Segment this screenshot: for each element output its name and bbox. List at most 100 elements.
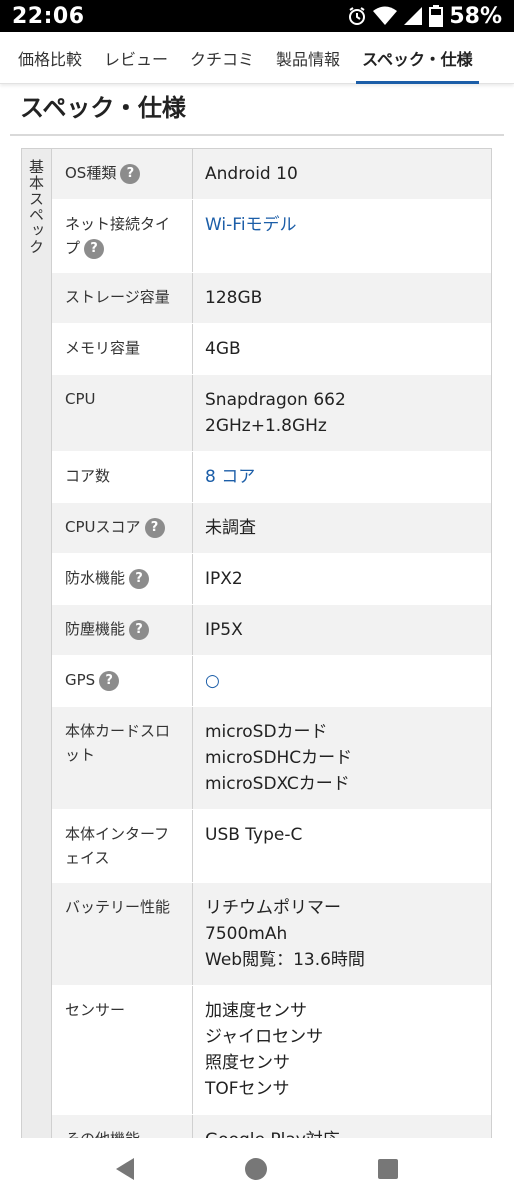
spec-value: microSDXCカード (205, 774, 350, 794)
spec-label: OS種類 (65, 164, 117, 182)
spec-value-link[interactable]: 8 コア (205, 464, 481, 490)
spec-label-cell: ネット接続タイプ? (52, 200, 193, 272)
spec-label-cell: CPUスコア? (52, 503, 193, 553)
spec-label: コア数 (65, 467, 111, 485)
spec-row: CPU Snapdragon 662 2GHz+1.8GHz (52, 375, 491, 452)
spec-value: ジャイロセンサ (205, 1027, 324, 1047)
spec-value-cell: USB Type-C (193, 810, 491, 882)
tab-price-compare[interactable]: 価格比較 (18, 32, 82, 84)
spec-label-cell: ストレージ容量 (52, 273, 193, 323)
spec-label: 本体カードスロット (65, 722, 171, 764)
home-icon[interactable] (244, 1158, 267, 1180)
spec-label-cell: 本体カードスロット (52, 707, 193, 809)
spec-row: ストレージ容量 128GB (52, 273, 491, 324)
spec-label: メモリ容量 (65, 339, 141, 357)
spec-value-cell: 加速度センサ ジャイロセンサ 照度センサ TOFセンサ (193, 986, 491, 1114)
spec-value: Android 10 (205, 164, 298, 184)
spec-value-cell: リチウムポリマー 7500mAh Web閲覧：13.6時間 (193, 883, 491, 985)
spec-label: ネット接続タイプ (65, 215, 171, 257)
spec-value: 照度センサ (205, 1053, 290, 1073)
spec-table: 基本スペック OS種類? Android 10 ネット接続タイプ? Wi-Fiモデルス… (21, 148, 492, 1166)
spec-value: 未調査 (205, 518, 256, 538)
spec-label-cell: コア数 (52, 452, 193, 502)
system-nav-bar (0, 1138, 514, 1200)
spec-row: 防水機能? IPX2 (52, 554, 491, 605)
page-title: スペック・仕様 (20, 94, 186, 122)
spec-value: 7500mAh (205, 924, 288, 944)
spec-row: OS種類? Android 10 (52, 149, 491, 200)
spec-value: リチウムポリマー (205, 898, 341, 918)
spec-label-cell: センサー (52, 986, 193, 1114)
spec-value: TOFセンサ (205, 1079, 290, 1099)
wifi-icon (373, 6, 398, 26)
status-bar: 22:06 58% (0, 0, 514, 32)
spec-row: 防塵機能? IP5X (52, 605, 491, 656)
spec-label: センサー (65, 1001, 126, 1019)
spec-group-header: 基本スペック (22, 149, 52, 1166)
section-divider (10, 134, 504, 136)
spec-value: Web閲覧：13.6時間 (205, 950, 365, 970)
spec-value-cell: microSDカード microSDHCカード microSDXCカード (193, 707, 491, 809)
spec-row: CPUスコア? 未調査 (52, 503, 491, 554)
help-icon[interactable]: ? (144, 517, 165, 538)
spec-label: GPS (65, 671, 96, 689)
spec-value-cell: 4GB (193, 324, 491, 374)
spec-value: 加速度センサ (205, 1001, 307, 1021)
tab-spec[interactable]: スペック・仕様 (356, 32, 479, 84)
tab-product-info[interactable]: 製品情報 (276, 32, 340, 84)
spec-value-cell: 128GB (193, 273, 491, 323)
spec-label: 本体インターフェイス (65, 825, 170, 867)
help-icon[interactable]: ? (84, 238, 105, 259)
help-icon[interactable]: ? (129, 619, 150, 640)
spec-value-cell: Wi-Fiモデル (193, 200, 491, 272)
spec-value-cell: 8 コア (193, 452, 491, 502)
spec-label-cell: 防塵機能? (52, 605, 193, 655)
spec-value: microSDカード (205, 722, 328, 742)
spec-group-label: 基本スペック (27, 159, 45, 255)
spec-row: GPS? ○ (52, 656, 491, 707)
spec-value: microSDHCカード (205, 748, 353, 768)
spec-row: 本体インターフェイス USB Type-C (52, 810, 491, 883)
spec-value-cell: Android 10 (193, 149, 491, 199)
back-icon[interactable] (115, 1158, 134, 1180)
spec-label: 防塵機能 (65, 620, 126, 638)
spec-label-cell: 防水機能? (52, 554, 193, 604)
spec-value-cell: Snapdragon 662 2GHz+1.8GHz (193, 375, 491, 451)
spec-value-cell: 未調査 (193, 503, 491, 553)
spec-value: IP5X (205, 620, 243, 640)
spec-value: 2GHz+1.8GHz (205, 416, 327, 436)
recent-apps-icon[interactable] (378, 1159, 399, 1179)
spec-row: 本体カードスロット microSDカード microSDHCカード microSDXC… (52, 707, 491, 810)
spec-row: センサー 加速度センサ ジャイロセンサ 照度センサ TOFセンサ (52, 986, 491, 1115)
spec-label-cell: 本体インターフェイス (52, 810, 193, 882)
spec-row: バッテリー性能 リチウムポリマー 7500mAh Web閲覧：13.6時間 (52, 883, 491, 986)
spec-label-cell: OS種類? (52, 149, 193, 199)
spec-value: IPX2 (205, 569, 243, 589)
tab-bar: 価格比較 レビュー クチコミ 製品情報 スペック・仕様 (0, 32, 514, 84)
spec-value-cell: ○ (193, 656, 491, 706)
spec-row: ネット接続タイプ? Wi-Fiモデル (52, 200, 491, 273)
signal-icon (403, 6, 423, 26)
help-icon[interactable]: ? (120, 163, 141, 184)
spec-label: CPUスコア (65, 518, 141, 536)
spec-value-link[interactable]: ○ (205, 668, 481, 694)
spec-value-cell: IP5X (193, 605, 491, 655)
spec-value: Snapdragon 662 (205, 390, 346, 410)
spec-row: メモリ容量 4GB (52, 324, 491, 375)
tab-kuchikomi[interactable]: クチコミ (190, 32, 254, 84)
help-icon[interactable]: ? (99, 670, 120, 691)
spec-rows: OS種類? Android 10 ネット接続タイプ? Wi-Fiモデルストレージ容量 1… (52, 149, 491, 1166)
status-time: 22:06 (12, 3, 85, 29)
help-icon[interactable]: ? (129, 568, 150, 589)
spec-value-cell: IPX2 (193, 554, 491, 604)
tab-review[interactable]: レビュー (104, 32, 168, 84)
spec-label: 防水機能 (65, 569, 126, 587)
spec-label: ストレージ容量 (65, 288, 170, 306)
spec-value: 128GB (205, 288, 263, 308)
battery-percent: 58% (449, 3, 502, 29)
spec-value-link[interactable]: Wi-Fiモデル (205, 212, 481, 238)
spec-value: USB Type-C (205, 825, 303, 845)
alarm-icon (347, 6, 367, 26)
spec-row: コア数 8 コア (52, 452, 491, 503)
spec-label-cell: GPS? (52, 656, 193, 706)
